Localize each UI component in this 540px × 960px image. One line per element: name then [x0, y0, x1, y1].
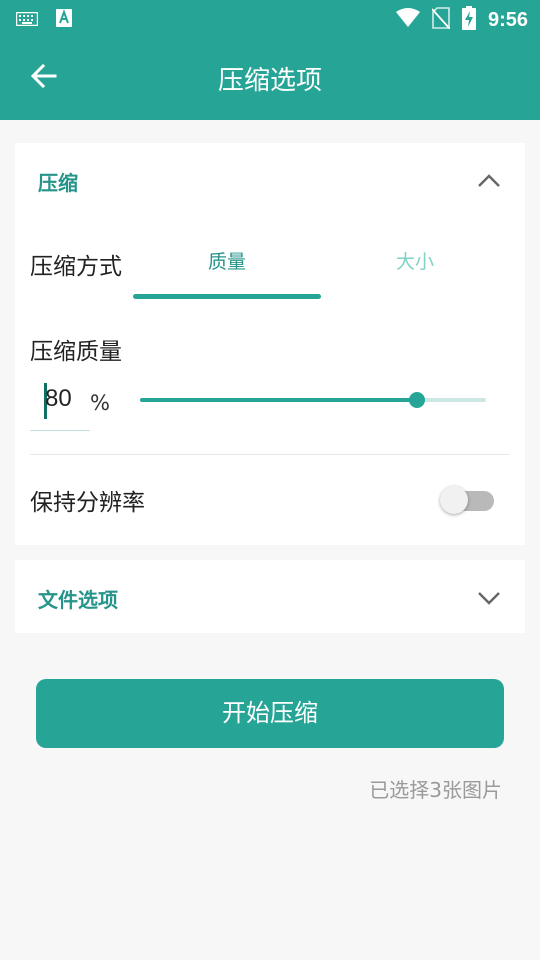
- compress-method-tabs: 质量 大小: [133, 231, 509, 301]
- tab-quality[interactable]: 质量: [133, 231, 321, 301]
- tab-quality-label: 质量: [207, 251, 246, 273]
- tab-indicator: [133, 294, 321, 299]
- compress-section-header[interactable]: 压缩: [15, 143, 525, 217]
- quality-input[interactable]: 80: [30, 375, 90, 431]
- font-a-icon: [56, 9, 72, 31]
- page-title: 压缩选项: [217, 66, 322, 96]
- percent-unit: %: [90, 391, 110, 415]
- keep-resolution-label: 保持分辨率: [30, 490, 145, 516]
- file-options-title: 文件选项: [38, 588, 118, 612]
- selected-count-text: 已选择3张图片: [369, 778, 502, 802]
- file-options-card: 文件选项: [15, 560, 525, 633]
- keyboard-icon: [15, 11, 39, 30]
- battery-charging-icon: [461, 6, 476, 34]
- quality-slider[interactable]: [140, 388, 486, 414]
- keep-resolution-toggle[interactable]: [440, 485, 496, 515]
- compress-quality-label: 压缩质量: [30, 339, 122, 365]
- status-bar: 9:56: [0, 0, 540, 36]
- file-options-header[interactable]: 文件选项: [15, 560, 525, 634]
- compress-method-label: 压缩方式: [30, 254, 122, 280]
- toggle-thumb: [440, 486, 468, 514]
- slider-thumb[interactable]: [408, 392, 425, 408]
- chevron-up-icon: [475, 167, 503, 195]
- slider-fill: [140, 398, 417, 402]
- quality-value: 80: [45, 385, 72, 412]
- compress-card: 压缩 压缩方式 质量 大小 压缩质量 80 % 保持分辨率: [15, 143, 525, 545]
- divider: [30, 454, 510, 455]
- tab-size-label: 大小: [395, 251, 434, 273]
- tab-size[interactable]: 大小: [321, 231, 509, 301]
- status-time: 9:56: [487, 8, 528, 31]
- app-bar: 压缩选项: [0, 36, 540, 120]
- no-sim-icon: [431, 7, 451, 33]
- compress-section-title: 压缩: [38, 171, 78, 195]
- wifi-icon: [395, 8, 420, 32]
- chevron-down-icon: [475, 584, 503, 612]
- start-compress-button[interactable]: 开始压缩: [36, 679, 504, 748]
